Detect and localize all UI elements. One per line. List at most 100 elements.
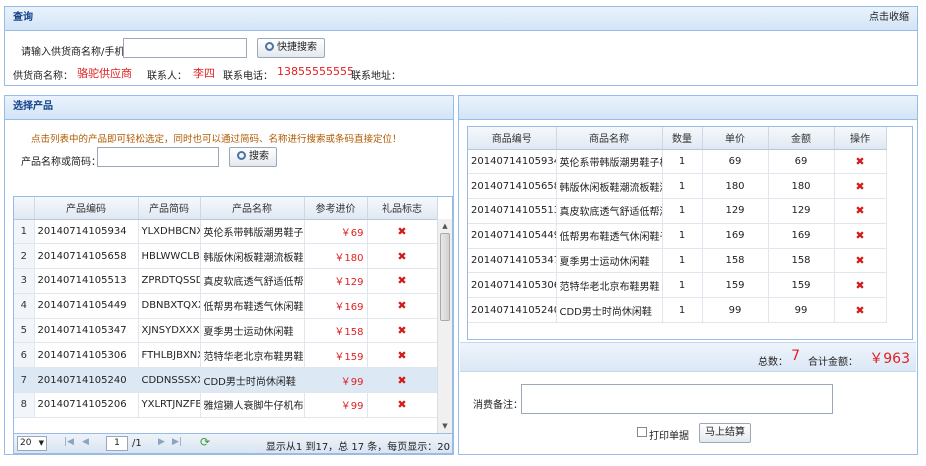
checkout-button[interactable]: 马上结算 [699, 423, 751, 443]
column-header[interactable]: 产品简码 [138, 197, 201, 220]
product-short: YXLRTJNZFB [138, 392, 201, 418]
row-number: 2 [14, 243, 35, 270]
phone-value: 13855555555 [277, 65, 354, 78]
column-header[interactable]: 产品名称 [200, 197, 305, 220]
scroll-up-arrow-icon[interactable]: ▲ [438, 219, 452, 233]
row-number-header [14, 197, 35, 220]
delete-icon[interactable]: ✖ [834, 297, 887, 324]
order-price: 180 [702, 173, 769, 200]
page-size-select[interactable]: 20 ▼ [17, 436, 47, 451]
quick-search-button[interactable]: 快捷搜索 [257, 38, 325, 58]
order-code: 20140714105658 [468, 173, 557, 200]
query-panel-title: 查询 [13, 12, 33, 23]
product-price: ￥180 [304, 243, 368, 270]
refresh-icon[interactable]: ⟳ [200, 435, 210, 449]
order-qty: 1 [662, 223, 703, 249]
collapse-toggle[interactable]: 点击收缩 [869, 7, 909, 29]
column-header[interactable]: 数量 [662, 127, 703, 150]
table-row[interactable]: 7 20140714105240 CDDNSSSXX CDD男士时尚休闲鞋 ￥9… [14, 367, 438, 394]
next-page-icon[interactable]: ▶ [158, 437, 165, 447]
product-panel: 选择产品 点击列表中的产品即可轻松选定，同时也可以通过简码、名称进行搜索或条码直… [4, 95, 454, 455]
query-panel-header: 查询 点击收缩 [5, 7, 917, 31]
gift-flag-icon: ✖ [367, 342, 438, 369]
product-code: 20140714105306 [34, 342, 139, 369]
product-name: CDD男士时尚休闲鞋 [200, 367, 305, 394]
column-header[interactable]: 商品名称 [556, 127, 663, 150]
order-panel-header [459, 96, 917, 120]
order-price: 99 [702, 297, 769, 324]
product-name: 低帮男布鞋透气休闲鞋 [200, 293, 305, 319]
product-search-button[interactable]: 搜索 [229, 147, 277, 167]
order-code: 20140714105449 [468, 223, 557, 249]
order-amount: 180 [768, 173, 835, 200]
scroll-down-arrow-icon[interactable]: ▼ [438, 419, 452, 433]
order-name: 英伦系带韩版潮男鞋子板 [556, 149, 663, 175]
table-row[interactable]: 20140714105513 真皮软底透气舒适低帮潮 1 129 129 ✖ [468, 198, 887, 224]
table-row[interactable]: 2 20140714105658 HBLWWCLB 韩版休闲板鞋潮流板鞋潮 ￥1… [14, 243, 438, 270]
table-row[interactable]: 20140714105658 韩版休闲板鞋潮流板鞋潮男 1 180 180 ✖ [468, 173, 887, 200]
column-header[interactable]: 单价 [702, 127, 769, 150]
table-row[interactable]: 20140714105306 范特华老北京布鞋男鞋 1 159 159 ✖ [468, 272, 887, 299]
delete-icon[interactable]: ✖ [834, 198, 887, 224]
page-number-input[interactable]: 1 [106, 436, 128, 451]
last-page-icon[interactable]: ▶| [172, 437, 182, 447]
supplier-search-input[interactable] [123, 38, 247, 58]
delete-icon[interactable]: ✖ [834, 223, 887, 249]
order-name: 韩版休闲板鞋潮流板鞋潮男 [556, 173, 663, 200]
first-page-icon[interactable]: |◀ [64, 437, 74, 447]
page-total: /1 [132, 438, 142, 449]
column-header[interactable]: 金额 [768, 127, 835, 150]
print-checkbox[interactable] [637, 427, 647, 437]
table-row[interactable]: 20140714105240 CDD男士时尚休闲鞋 1 99 99 ✖ [468, 297, 887, 324]
table-row[interactable]: 20140714105934 英伦系带韩版潮男鞋子板 1 69 69 ✖ [468, 149, 887, 175]
product-table-header: 产品编码 产品简码 产品名称 参考进价 礼品标志 [14, 197, 438, 220]
column-header[interactable]: 参考进价 [304, 197, 368, 220]
table-row[interactable]: 4 20140714105449 DBNBXTQXX 低帮男布鞋透气休闲鞋 ￥1… [14, 293, 438, 319]
column-header[interactable]: 礼品标志 [367, 197, 438, 220]
order-code: 20140714105347 [468, 248, 557, 274]
product-code: 20140714105513 [34, 268, 139, 294]
column-header[interactable]: 产品编码 [34, 197, 139, 220]
order-qty: 1 [662, 248, 703, 274]
prev-page-icon[interactable]: ◀ [82, 437, 89, 447]
gift-flag-icon: ✖ [367, 268, 438, 294]
vertical-scrollbar[interactable]: ▲ ▼ [437, 219, 452, 433]
product-code: 20140714105206 [34, 392, 139, 418]
delete-icon[interactable]: ✖ [834, 248, 887, 274]
order-name: 夏季男士运动休闲鞋 [556, 248, 663, 274]
gift-flag-icon: ✖ [367, 367, 438, 394]
column-header[interactable]: 商品编号 [468, 127, 557, 150]
order-name: 真皮软底透气舒适低帮潮 [556, 198, 663, 224]
product-grid: 产品编码 产品简码 产品名称 参考进价 礼品标志 1 2014071410593… [13, 196, 453, 454]
table-row[interactable]: 3 20140714105513 ZPRDTQSSDI 真皮软底透气舒适低帮 ￥… [14, 268, 438, 294]
product-short: DBNBXTQXX [138, 293, 201, 319]
table-row[interactable]: 20140714105347 夏季男士运动休闲鞋 1 158 158 ✖ [468, 248, 887, 274]
product-short: CDDNSSSXX [138, 367, 201, 394]
row-number: 7 [14, 367, 35, 394]
product-code: 20140714105449 [34, 293, 139, 319]
gift-flag-icon: ✖ [367, 243, 438, 270]
scroll-thumb[interactable] [440, 233, 450, 321]
table-row[interactable]: 20140714105449 低帮男布鞋透气休闲鞋子 1 169 169 ✖ [468, 223, 887, 249]
delete-icon[interactable]: ✖ [834, 272, 887, 299]
table-row[interactable]: 5 20140714105347 XJNSYDXXX 夏季男士运动休闲鞋 ￥15… [14, 318, 438, 344]
order-name: 范特华老北京布鞋男鞋 [556, 272, 663, 299]
product-search-input[interactable] [97, 147, 219, 167]
column-header[interactable]: 操作 [834, 127, 887, 150]
table-row[interactable]: 1 20140714105934 YLXDHBCNX 英伦系带韩版潮男鞋子 ￥6… [14, 219, 438, 245]
pager-info: 显示从1 到17，总 17 条，每页显示：20 [265, 442, 450, 453]
address-label: 联系地址： [351, 71, 401, 82]
product-price: ￥159 [304, 342, 368, 369]
page-size-value: 20 [20, 438, 32, 448]
delete-icon[interactable]: ✖ [834, 173, 887, 200]
table-row[interactable]: 8 20140714105206 YXLRTJNZFB 雅煊獭人衰脚牛仔机布 ￥… [14, 392, 438, 418]
order-grid: 商品编号 商品名称 数量 单价 金额 操作 20140714105934 英伦系… [467, 126, 913, 340]
table-row[interactable]: 6 20140714105306 FTHLBJBXNX 范特华老北京布鞋男鞋 ￥… [14, 342, 438, 369]
product-price: ￥99 [304, 367, 368, 394]
product-price: ￥129 [304, 268, 368, 294]
pagination-bar: 20 ▼ |◀ ◀ 1 /1 ▶ ▶| ⟳ 显示从1 到17，总 17 条，每页显… [14, 433, 452, 453]
supplier-name-value: 骆驼供应商 [77, 67, 132, 80]
remark-textarea[interactable] [521, 384, 833, 414]
delete-icon[interactable]: ✖ [834, 149, 887, 175]
product-price: ￥69 [304, 219, 368, 245]
